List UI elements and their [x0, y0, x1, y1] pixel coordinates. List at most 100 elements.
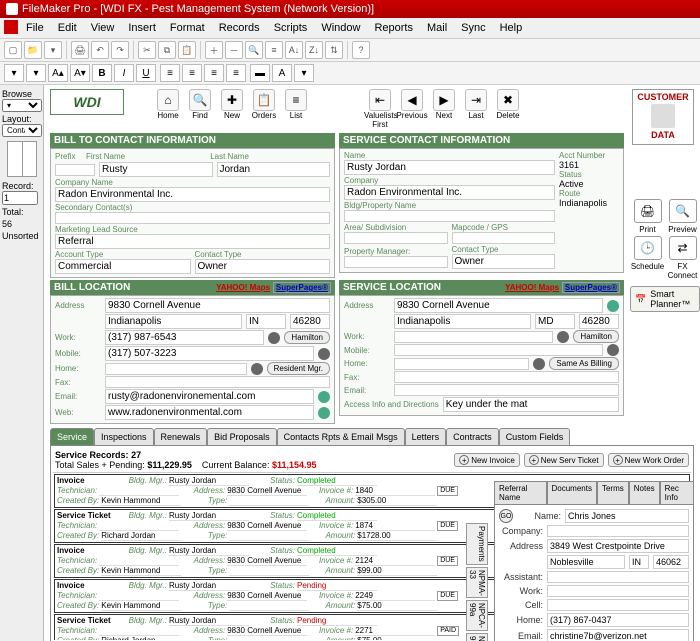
- print-button[interactable]: 🖨Print: [630, 197, 665, 234]
- svc-ctype-input[interactable]: Owner: [452, 254, 556, 269]
- vtab-payments[interactable]: Payments: [466, 523, 488, 565]
- phone-icon[interactable]: [533, 358, 545, 370]
- menu-view[interactable]: View: [85, 20, 121, 36]
- tab-service[interactable]: Service: [50, 428, 94, 445]
- ref-asst-input[interactable]: [547, 571, 689, 583]
- tb-sortdesc-icon[interactable]: Z↓: [305, 41, 323, 59]
- lastname-input[interactable]: Jordan: [217, 162, 331, 177]
- bill-email-input[interactable]: rusty@radonenvironemental.com: [105, 389, 314, 404]
- bill-fax-input[interactable]: [105, 376, 330, 388]
- rtab-notes[interactable]: Notes: [629, 481, 660, 504]
- rtab-terms[interactable]: Terms: [597, 481, 629, 504]
- ref-zip-input[interactable]: 46062: [653, 555, 689, 569]
- tb-copy-icon[interactable]: ⧉: [158, 41, 176, 59]
- fmt-font-dd[interactable]: ▾: [4, 64, 24, 82]
- svc-bldg-input[interactable]: [344, 210, 555, 222]
- fmt-justify-icon[interactable]: ≡: [226, 64, 246, 82]
- menu-reports[interactable]: Reports: [368, 20, 419, 36]
- bill-home-input[interactable]: [105, 363, 247, 375]
- ref-email-input[interactable]: christine7b@verizon.net: [547, 629, 689, 641]
- globe-icon[interactable]: [318, 391, 330, 403]
- hamilton-button[interactable]: Hamilton: [284, 331, 330, 344]
- svc-zip-input[interactable]: 46280: [579, 314, 619, 329]
- account-type-input[interactable]: Commercial: [55, 259, 191, 274]
- svc-fax-input[interactable]: [394, 371, 619, 383]
- fmt-size-dd[interactable]: ▾: [26, 64, 46, 82]
- menu-help[interactable]: Help: [494, 20, 529, 36]
- nav-new-button[interactable]: ✚New: [216, 89, 248, 120]
- tab-contacts-rpts-email-msgs[interactable]: Contacts Rpts & Email Msgs: [277, 428, 405, 445]
- svc-work-input[interactable]: [394, 331, 553, 343]
- tb-delrec-icon[interactable]: －: [225, 41, 243, 59]
- tab-inspections[interactable]: Inspections: [94, 428, 154, 445]
- bill-zip-input[interactable]: 46280: [290, 314, 330, 329]
- svc-email-input[interactable]: [394, 384, 619, 396]
- svc-pm-input[interactable]: [344, 256, 448, 268]
- ref-city-input[interactable]: Noblesville: [547, 555, 625, 569]
- rec-delete-button[interactable]: ✖Delete: [492, 89, 524, 129]
- svc-map-input[interactable]: [452, 232, 556, 244]
- nav-list-button[interactable]: ≡List: [280, 89, 312, 120]
- rec-next-button[interactable]: ▶Next: [428, 89, 460, 129]
- rtab-referral-name[interactable]: Referral Name: [494, 481, 547, 504]
- new-work-order-button[interactable]: +New Work Order: [608, 453, 689, 467]
- menu-records[interactable]: Records: [213, 20, 266, 36]
- nav-find-button[interactable]: 🔍Find: [184, 89, 216, 120]
- phone-icon[interactable]: [607, 344, 619, 356]
- menu-edit[interactable]: Edit: [52, 20, 83, 36]
- new-invoice-button[interactable]: +New Invoice: [454, 453, 520, 467]
- globe-icon[interactable]: [607, 300, 619, 312]
- ref-state-input[interactable]: IN: [629, 555, 649, 569]
- customer-data-button[interactable]: CUSTOMER DATA: [632, 89, 694, 145]
- tab-letters[interactable]: Letters: [405, 428, 447, 445]
- menu-sync[interactable]: Sync: [455, 20, 491, 36]
- rec-last-button[interactable]: ⇥Last: [460, 89, 492, 129]
- nav-orders-button[interactable]: 📋Orders: [248, 89, 280, 120]
- yahoo-maps-link[interactable]: YAHOO! Maps: [505, 283, 559, 292]
- svc-company-input[interactable]: Radon Environmental Inc.: [344, 185, 555, 200]
- ref-home-input[interactable]: (317) 867-0437: [547, 613, 689, 627]
- tb-newrec-icon[interactable]: ＋: [205, 41, 223, 59]
- new-serv-ticket-button[interactable]: +New Serv Ticket: [524, 453, 604, 467]
- tb-new-icon[interactable]: ▢: [4, 41, 22, 59]
- phone-icon[interactable]: [557, 331, 569, 343]
- tab-bid-proposals[interactable]: Bid Proposals: [207, 428, 277, 445]
- ref-name-input[interactable]: Chris Jones: [565, 509, 689, 523]
- firstname-input[interactable]: Rusty: [99, 162, 213, 177]
- tb-cut-icon[interactable]: ✂: [138, 41, 156, 59]
- tb-redo-icon[interactable]: ↷: [111, 41, 129, 59]
- smart-planner-button[interactable]: 📅Smart Planner™: [630, 286, 700, 312]
- ref-addr-input[interactable]: 3849 West Crestpointe Drive: [547, 539, 689, 553]
- bill-city-input[interactable]: Indianapolis: [105, 314, 242, 329]
- resident-mgr-button[interactable]: Resident Mgr.: [267, 362, 330, 375]
- bill-state-input[interactable]: IN: [246, 314, 286, 329]
- fmt-color-dd[interactable]: ▾: [294, 64, 314, 82]
- tb-sortasc-icon[interactable]: A↓: [285, 41, 303, 59]
- same-as-billing-button[interactable]: Same As Billing: [549, 357, 619, 370]
- tb-open-icon[interactable]: 📁: [24, 41, 42, 59]
- sys-menu-icon[interactable]: [4, 20, 18, 34]
- fx-connect-button[interactable]: ⇄FX Connect: [665, 234, 700, 280]
- preview-button[interactable]: 🔍Preview: [665, 197, 700, 234]
- tb-dd-icon[interactable]: ▾: [44, 41, 62, 59]
- svc-mobile-input[interactable]: [394, 344, 603, 356]
- bill-web-input[interactable]: www.radonenvironmental.com: [105, 405, 314, 420]
- menu-mail[interactable]: Mail: [421, 20, 453, 36]
- rtab-rec-info[interactable]: Rec Info: [660, 481, 694, 504]
- rec-valuelists-first-button[interactable]: ⇤Valuelists First: [364, 89, 396, 129]
- tb-print-icon[interactable]: 🖨: [71, 41, 89, 59]
- bill-mobile-input[interactable]: (317) 507-3223: [105, 346, 314, 361]
- phone-icon[interactable]: [268, 332, 280, 344]
- vtab-npca99a[interactable]: NPCA-99a: [466, 600, 488, 631]
- superpages-link[interactable]: SuperPages®: [273, 282, 331, 293]
- company-input[interactable]: Radon Environmental Inc.: [55, 187, 330, 202]
- globe-icon[interactable]: [318, 407, 330, 419]
- ref-cell-input[interactable]: [547, 599, 689, 611]
- tab-custom-fields[interactable]: Custom Fields: [499, 428, 571, 445]
- vtab-npma33[interactable]: NPMA-33: [466, 567, 488, 599]
- contact-type-input[interactable]: Owner: [195, 259, 331, 274]
- mode-select[interactable]: ▾: [2, 99, 42, 112]
- ref-company-input[interactable]: [547, 525, 689, 537]
- menu-window[interactable]: Window: [315, 20, 366, 36]
- phone-icon[interactable]: [251, 363, 263, 375]
